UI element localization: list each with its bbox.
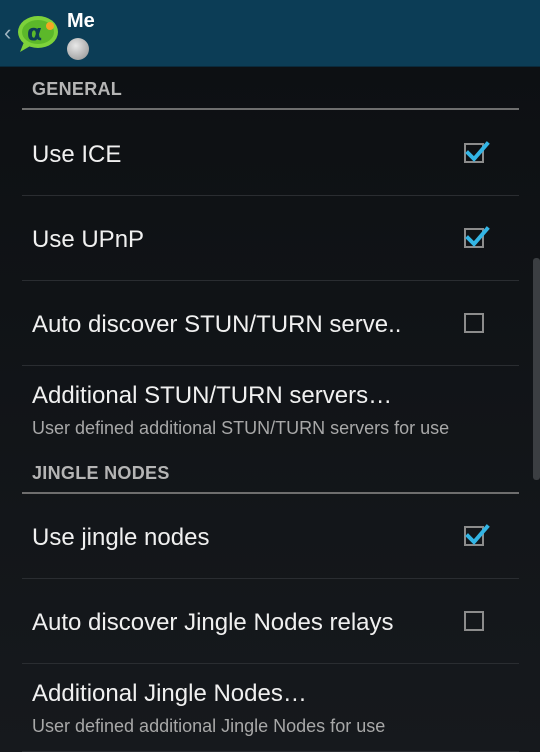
pref-use-jingle-nodes[interactable]: Use jingle nodes <box>22 494 519 579</box>
pref-title: Use ICE <box>32 141 122 168</box>
svg-text:α: α <box>27 21 42 46</box>
pref-title: Use UPnP <box>32 226 145 253</box>
pref-use-ice[interactable]: Use ICE <box>22 111 519 196</box>
use-upnp-checkbox[interactable] <box>464 226 490 248</box>
scrollbar[interactable] <box>533 258 540 480</box>
pref-auto-discover-jingle[interactable]: Auto discover Jingle Nodes relays <box>22 579 519 664</box>
pref-use-upnp[interactable]: Use UPnP <box>22 196 519 281</box>
pref-title: Use jingle nodes <box>32 524 210 551</box>
section-header-jingle-nodes: JINGLE NODES <box>22 451 519 494</box>
pref-additional-jingle[interactable]: Additional Jingle Nodes… User defined ad… <box>22 664 519 752</box>
section-header-general: GENERAL <box>22 67 519 110</box>
page-title: Me <box>67 10 95 32</box>
pref-title: Additional Jingle Nodes… <box>32 680 307 707</box>
pref-title: Auto discover STUN/TURN serve.. <box>32 311 402 338</box>
pref-summary: User defined additional Jingle Nodes for… <box>32 716 386 736</box>
auto-discover-jingle-checkbox[interactable] <box>464 611 484 631</box>
section-label: JINGLE NODES <box>32 463 170 483</box>
section-label: GENERAL <box>32 79 123 99</box>
presence-status-icon <box>67 38 89 60</box>
auto-discover-stun-checkbox[interactable] <box>464 313 484 333</box>
checkmark-icon <box>465 141 490 162</box>
pref-title: Additional STUN/TURN servers… <box>32 382 393 409</box>
checkmark-icon <box>465 226 490 247</box>
pref-additional-stun[interactable]: Additional STUN/TURN servers… User defin… <box>22 366 519 452</box>
preferences-list: GENERAL Use ICE Use UPnP Auto discover S… <box>0 67 540 752</box>
pref-summary: User defined additional STUN/TURN server… <box>32 418 450 438</box>
app-logo-icon[interactable]: α <box>14 12 60 56</box>
pref-auto-discover-stun[interactable]: Auto discover STUN/TURN serve.. <box>22 281 519 366</box>
pref-title: Auto discover Jingle Nodes relays <box>32 609 394 636</box>
use-ice-checkbox[interactable] <box>464 141 490 163</box>
use-jingle-nodes-checkbox[interactable] <box>464 524 490 546</box>
checkmark-icon <box>465 524 490 545</box>
chevron-left-icon[interactable]: ‹ <box>4 22 14 44</box>
action-bar: ‹ α Me <box>0 0 540 67</box>
